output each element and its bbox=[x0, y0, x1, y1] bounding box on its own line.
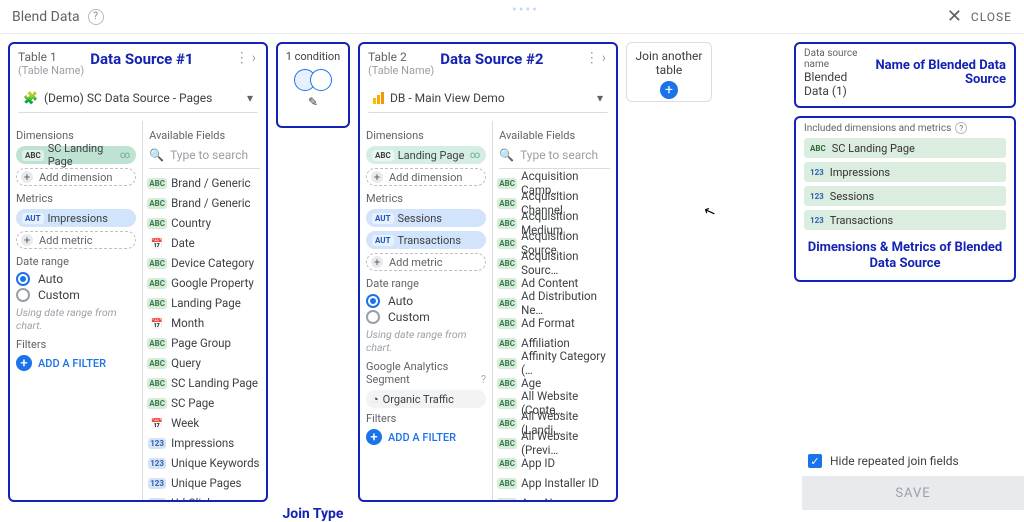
table2-add-filter[interactable]: +ADD A FILTER bbox=[366, 429, 486, 445]
join-config[interactable]: 1 condition ✎ bbox=[276, 42, 350, 128]
avail-fields-label: Available Fields bbox=[149, 129, 260, 142]
table2-source-select[interactable]: DB - Main View Demo ▾ bbox=[368, 83, 608, 113]
field-row[interactable]: ABCCountry bbox=[149, 213, 260, 233]
field-row[interactable]: 123Unique Keywords bbox=[149, 453, 260, 473]
field-row[interactable]: Date bbox=[149, 233, 260, 253]
field-row[interactable]: ABCAd Distribution Ne… bbox=[499, 293, 610, 313]
dimensions-label: Dimensions bbox=[16, 129, 136, 142]
table2-menu-icon[interactable]: ⋮ bbox=[585, 50, 600, 66]
field-row[interactable]: ABCAffinity Category (… bbox=[499, 353, 610, 373]
included-row[interactable]: ABCSC Landing Page bbox=[804, 138, 1006, 158]
field-row[interactable]: ABCLanding Page bbox=[149, 293, 260, 313]
included-row[interactable]: 123Impressions bbox=[804, 162, 1006, 182]
table2-collapse-icon[interactable]: › bbox=[600, 50, 608, 66]
join-another-button[interactable]: Join another table + bbox=[626, 42, 712, 102]
search-icon: 🔍 bbox=[499, 148, 514, 162]
field-row[interactable]: ABCAll Website (Previ… bbox=[499, 433, 610, 453]
table2-add-dim[interactable]: +Add dimension bbox=[366, 168, 486, 186]
filters-label: Filters bbox=[16, 338, 136, 351]
checkbox-icon: ✓ bbox=[808, 454, 822, 468]
venn-icon bbox=[294, 69, 332, 93]
table1-search[interactable]: 🔍Type to search bbox=[149, 146, 260, 169]
field-row[interactable]: ABCSC Landing Page bbox=[149, 373, 260, 393]
annot-ds2: Data Source #2 bbox=[440, 50, 543, 68]
blend-name-input[interactable]: Blended Data (1) bbox=[804, 70, 872, 98]
table1-add-dim[interactable]: +Add dimension bbox=[16, 168, 136, 186]
table2-dim-pill[interactable]: ABCLanding Page bbox=[366, 146, 486, 164]
field-row[interactable]: ABCSC Page bbox=[149, 393, 260, 413]
table2-search[interactable]: 🔍Type to search bbox=[499, 146, 610, 169]
included-fields-box: Included dimensions and metrics? ABCSC L… bbox=[794, 116, 1016, 282]
table1-sub: (Table Name) bbox=[18, 64, 84, 77]
table1-date-custom[interactable]: Custom bbox=[16, 288, 136, 302]
table1-add-metric[interactable]: +Add metric bbox=[16, 231, 136, 249]
table1-source-select[interactable]: 🧩 (Demo) SC Data Source - Pages ▾ bbox=[18, 83, 258, 113]
table1-menu-icon[interactable]: ⋮ bbox=[235, 50, 250, 66]
close-button[interactable]: ✕CLOSE bbox=[947, 6, 1012, 27]
field-row[interactable]: ABCAcquisition Sourc… bbox=[499, 253, 610, 273]
ga-segment-label: Google Analytics Segment? bbox=[366, 360, 486, 386]
table1-panel: Table 1 (Table Name) Data Source #1 ⋮ › … bbox=[8, 42, 268, 502]
table2-sub: (Table Name) bbox=[368, 64, 434, 77]
blend-name-box: Data source name Blended Data (1) Name o… bbox=[794, 42, 1016, 108]
join-condition-label: 1 condition bbox=[282, 50, 344, 63]
edit-icon: ✎ bbox=[282, 95, 344, 109]
table2-metric-pill-0[interactable]: AUTSessions bbox=[366, 209, 486, 227]
page-title: Blend Data bbox=[12, 9, 80, 25]
chevron-down-icon: ▾ bbox=[247, 91, 253, 105]
table2-label: Table 2 bbox=[368, 50, 434, 64]
table1-add-filter[interactable]: +ADD A FILTER bbox=[16, 355, 136, 371]
field-row[interactable]: ABCBrand / Generic bbox=[149, 193, 260, 213]
daterange-label: Date range bbox=[16, 255, 136, 268]
field-row[interactable]: ABCBrand / Generic bbox=[149, 173, 260, 193]
table2-panel: Table 2 (Table Name) Data Source #2 ⋮ › … bbox=[358, 42, 618, 502]
field-row[interactable]: ABCPage Group bbox=[149, 333, 260, 353]
drag-handle-icon[interactable]: •••• bbox=[512, 2, 539, 18]
segment-icon: ◔ bbox=[372, 393, 379, 406]
table2-date-auto[interactable]: Auto bbox=[366, 294, 486, 308]
datasource-icon: 🧩 bbox=[23, 91, 38, 105]
chevron-down-icon: ▾ bbox=[597, 91, 603, 105]
table1-date-auto[interactable]: Auto bbox=[16, 272, 136, 286]
field-row[interactable]: ABCGoogle Property bbox=[149, 273, 260, 293]
field-row[interactable]: ABCApp Name bbox=[499, 493, 610, 500]
included-row[interactable]: 123Transactions bbox=[804, 210, 1006, 230]
field-row[interactable]: 123Url Clicks bbox=[149, 493, 260, 500]
table1-metric-pill[interactable]: AUTImpressions bbox=[16, 209, 136, 227]
field-row[interactable]: ABCQuery bbox=[149, 353, 260, 373]
annot-join: Join Type bbox=[272, 506, 354, 522]
plus-icon: + bbox=[660, 81, 678, 99]
cursor-icon: ↖ bbox=[702, 202, 718, 221]
search-icon: 🔍 bbox=[149, 148, 164, 162]
save-button[interactable]: SAVE bbox=[802, 476, 1024, 510]
field-row[interactable]: Week bbox=[149, 413, 260, 433]
annot-dm: Dimensions & Metrics of Blended Data Sou… bbox=[804, 240, 1006, 272]
blend-name-label: Data source name bbox=[804, 48, 872, 70]
table2-add-metric[interactable]: +Add metric bbox=[366, 253, 486, 271]
table1-date-hint: Using date range from chart. bbox=[16, 306, 136, 332]
table2-metric-pill-1[interactable]: AUTTransactions bbox=[366, 231, 486, 249]
close-icon: ✕ bbox=[947, 6, 963, 27]
included-row[interactable]: 123Sessions bbox=[804, 186, 1006, 206]
hide-repeated-checkbox[interactable]: ✓ Hide repeated join fields bbox=[802, 446, 1024, 476]
annot-ds1: Data Source #1 bbox=[90, 50, 193, 68]
help-icon[interactable]: ? bbox=[88, 9, 104, 25]
table1-dim-pill[interactable]: ABCSC Landing Page bbox=[16, 146, 136, 164]
field-row[interactable]: ABCApp Installer ID bbox=[499, 473, 610, 493]
field-row[interactable]: ABCDevice Category bbox=[149, 253, 260, 273]
table1-label: Table 1 bbox=[18, 50, 84, 64]
ga-icon bbox=[373, 92, 384, 104]
field-row[interactable]: 123Unique Pages bbox=[149, 473, 260, 493]
field-row[interactable]: 123Impressions bbox=[149, 433, 260, 453]
table1-collapse-icon[interactable]: › bbox=[250, 50, 258, 66]
annot-name: Name of Blended Data Source bbox=[872, 59, 1006, 87]
help-icon[interactable]: ? bbox=[955, 122, 967, 134]
segment-pill[interactable]: ◔Organic Traffic bbox=[366, 390, 486, 408]
metrics-label: Metrics bbox=[16, 192, 136, 205]
field-row[interactable]: Month bbox=[149, 313, 260, 333]
table2-date-custom[interactable]: Custom bbox=[366, 310, 486, 324]
